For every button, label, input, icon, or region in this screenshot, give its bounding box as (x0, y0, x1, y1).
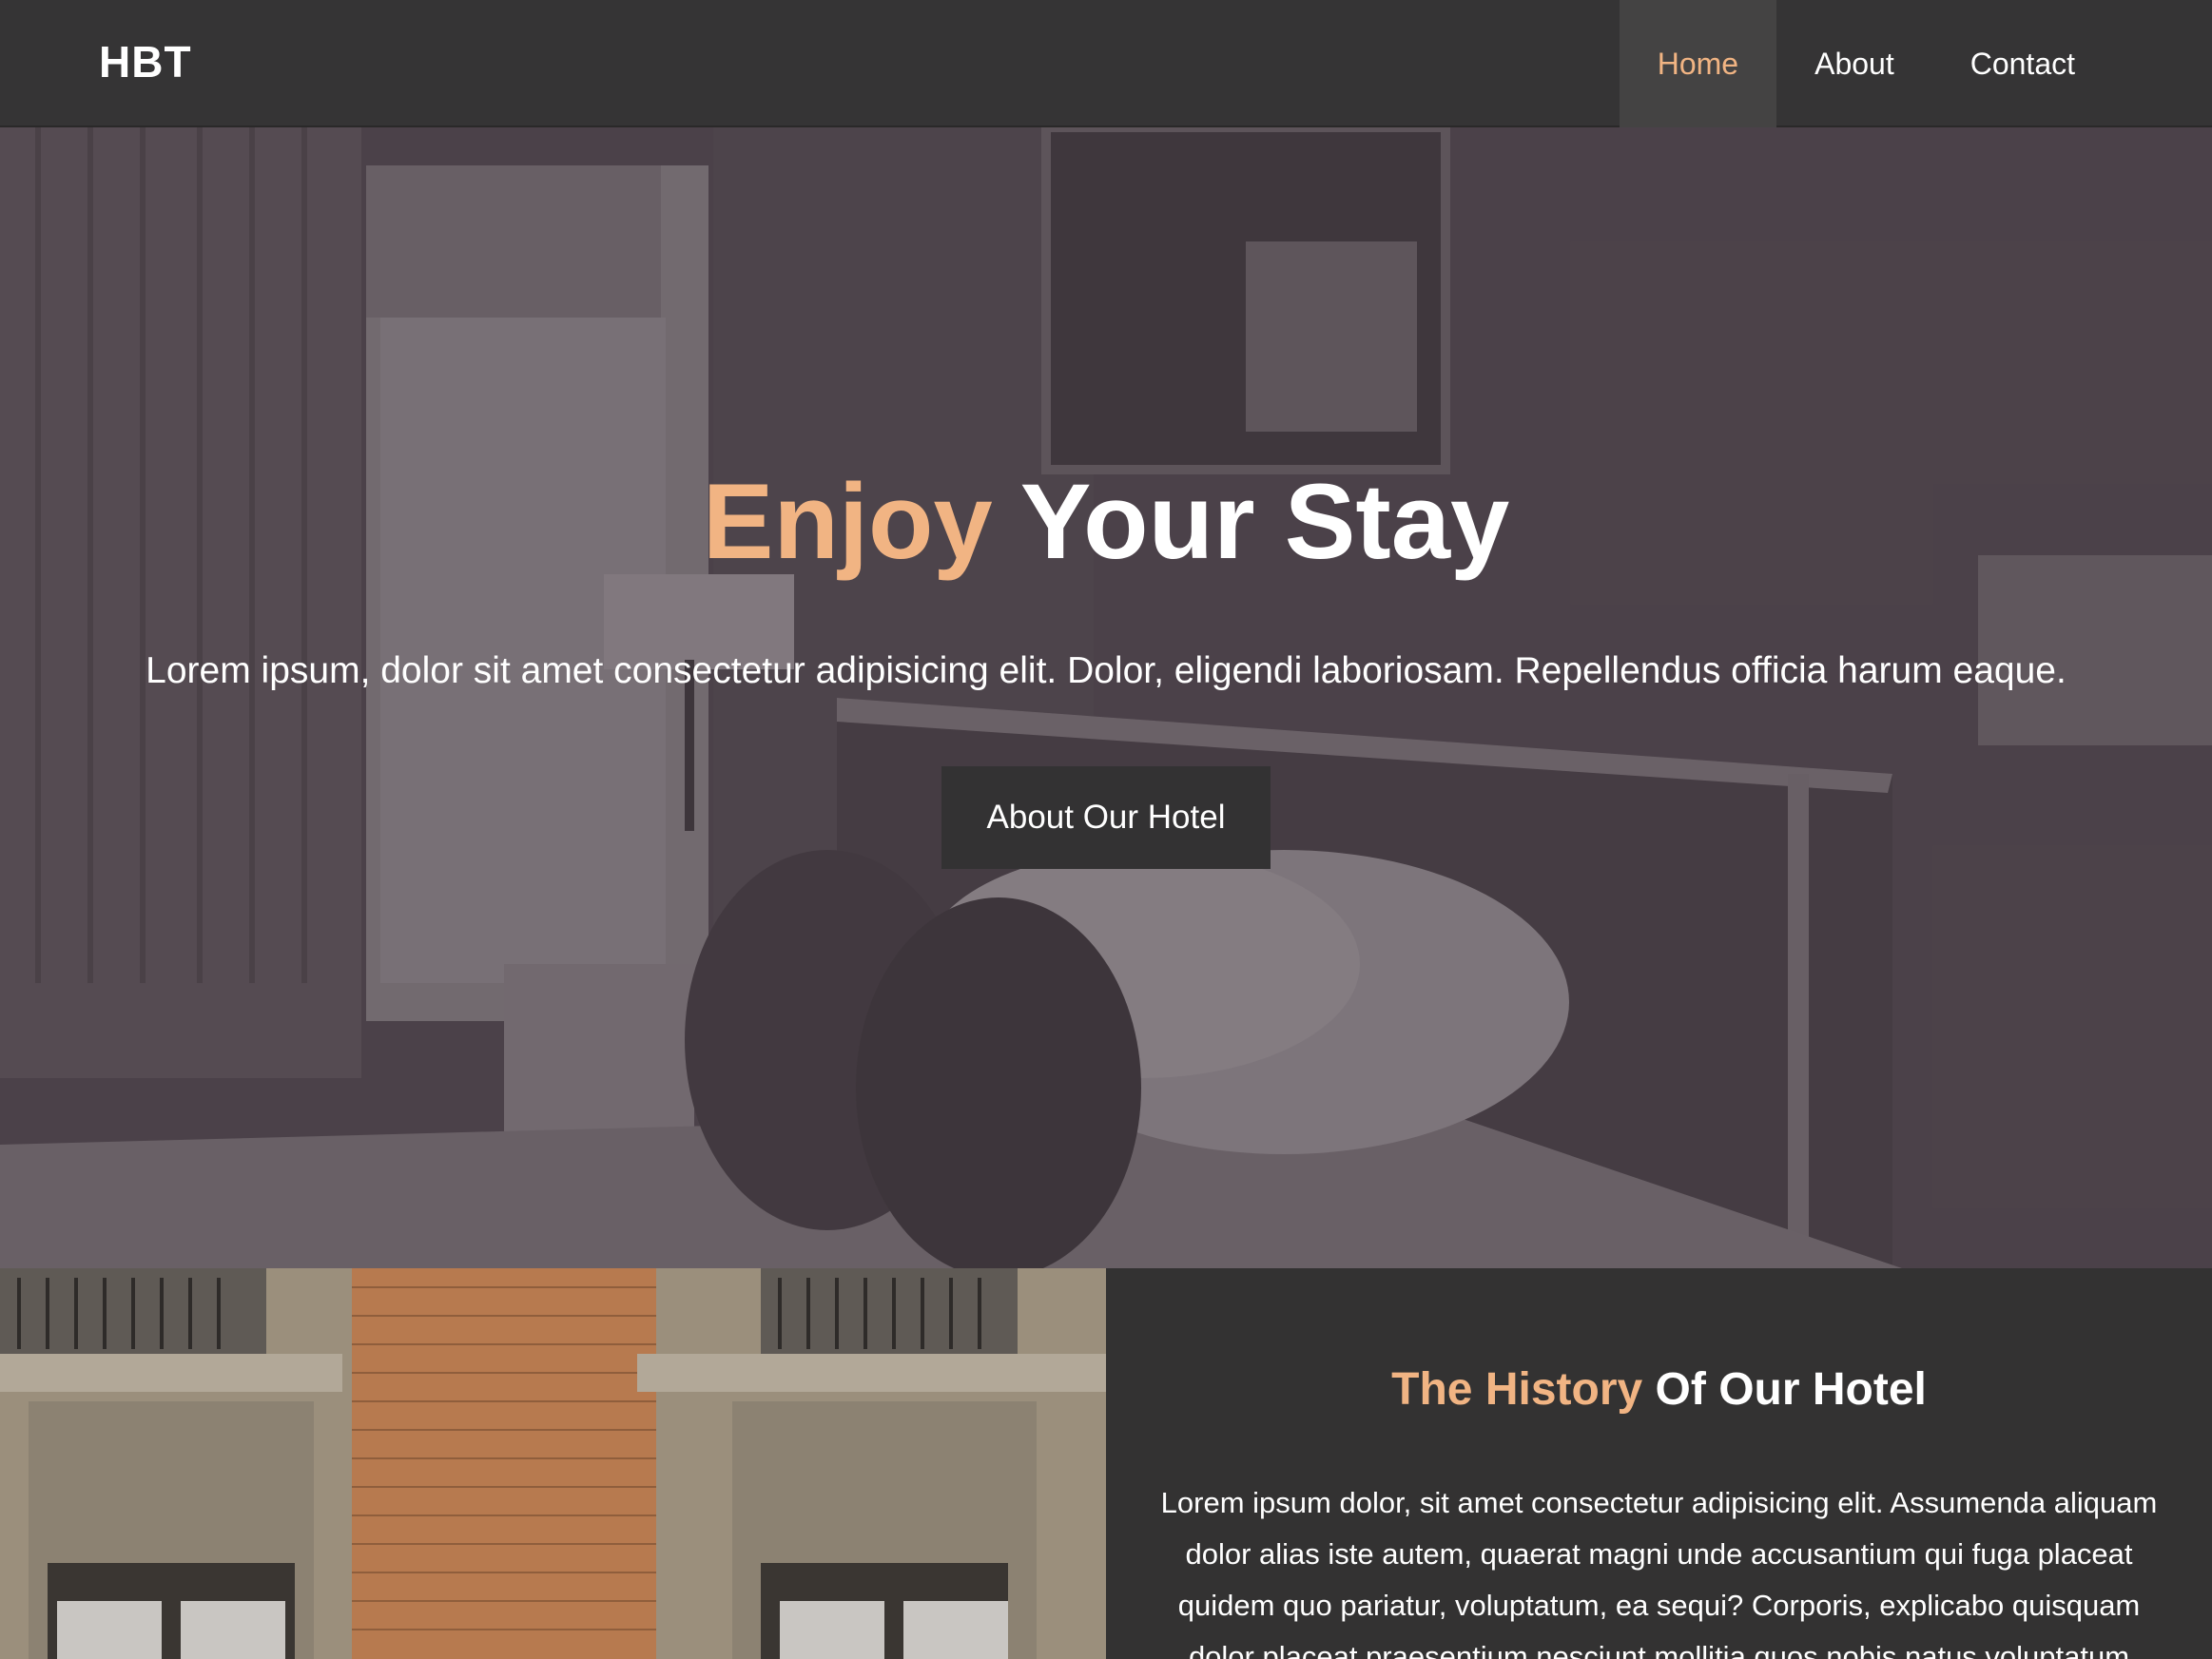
hero-title: Enjoy Your Stay (0, 460, 2212, 583)
hero-title-accent: Enjoy (702, 462, 993, 581)
history-title: The History Of Our Hotel (1106, 1363, 2212, 1416)
nav-item-about[interactable]: About (1776, 0, 1932, 127)
nav-item-contact[interactable]: Contact (1932, 0, 2113, 127)
about-hotel-button[interactable]: About Our Hotel (941, 766, 1271, 869)
hero-title-rest: Your Stay (1019, 462, 1510, 581)
history-title-rest: Of Our Hotel (1655, 1364, 1927, 1415)
history-panel: The History Of Our Hotel Lorem ipsum dol… (1106, 1268, 2212, 1659)
hero-text: Lorem ipsum, dolor sit amet consectetur … (146, 650, 2066, 691)
history-text: Lorem ipsum dolor, sit amet consectetur … (1160, 1486, 2158, 1659)
history-section: The History Of Our Hotel Lorem ipsum dol… (0, 1268, 2212, 1659)
building-image (0, 1268, 1106, 1659)
brand-logo[interactable]: HBT (99, 36, 192, 87)
nav-links: Home About Contact (1619, 0, 2212, 127)
building-facade-image (0, 1268, 1106, 1659)
history-title-accent: The History (1391, 1364, 1643, 1415)
hero-section: Enjoy Your Stay Lorem ipsum, dolor sit a… (0, 127, 2212, 1268)
hero-overlay (0, 127, 2212, 1268)
nav-item-home[interactable]: Home (1619, 0, 1777, 127)
navbar: HBT Home About Contact (0, 0, 2212, 127)
